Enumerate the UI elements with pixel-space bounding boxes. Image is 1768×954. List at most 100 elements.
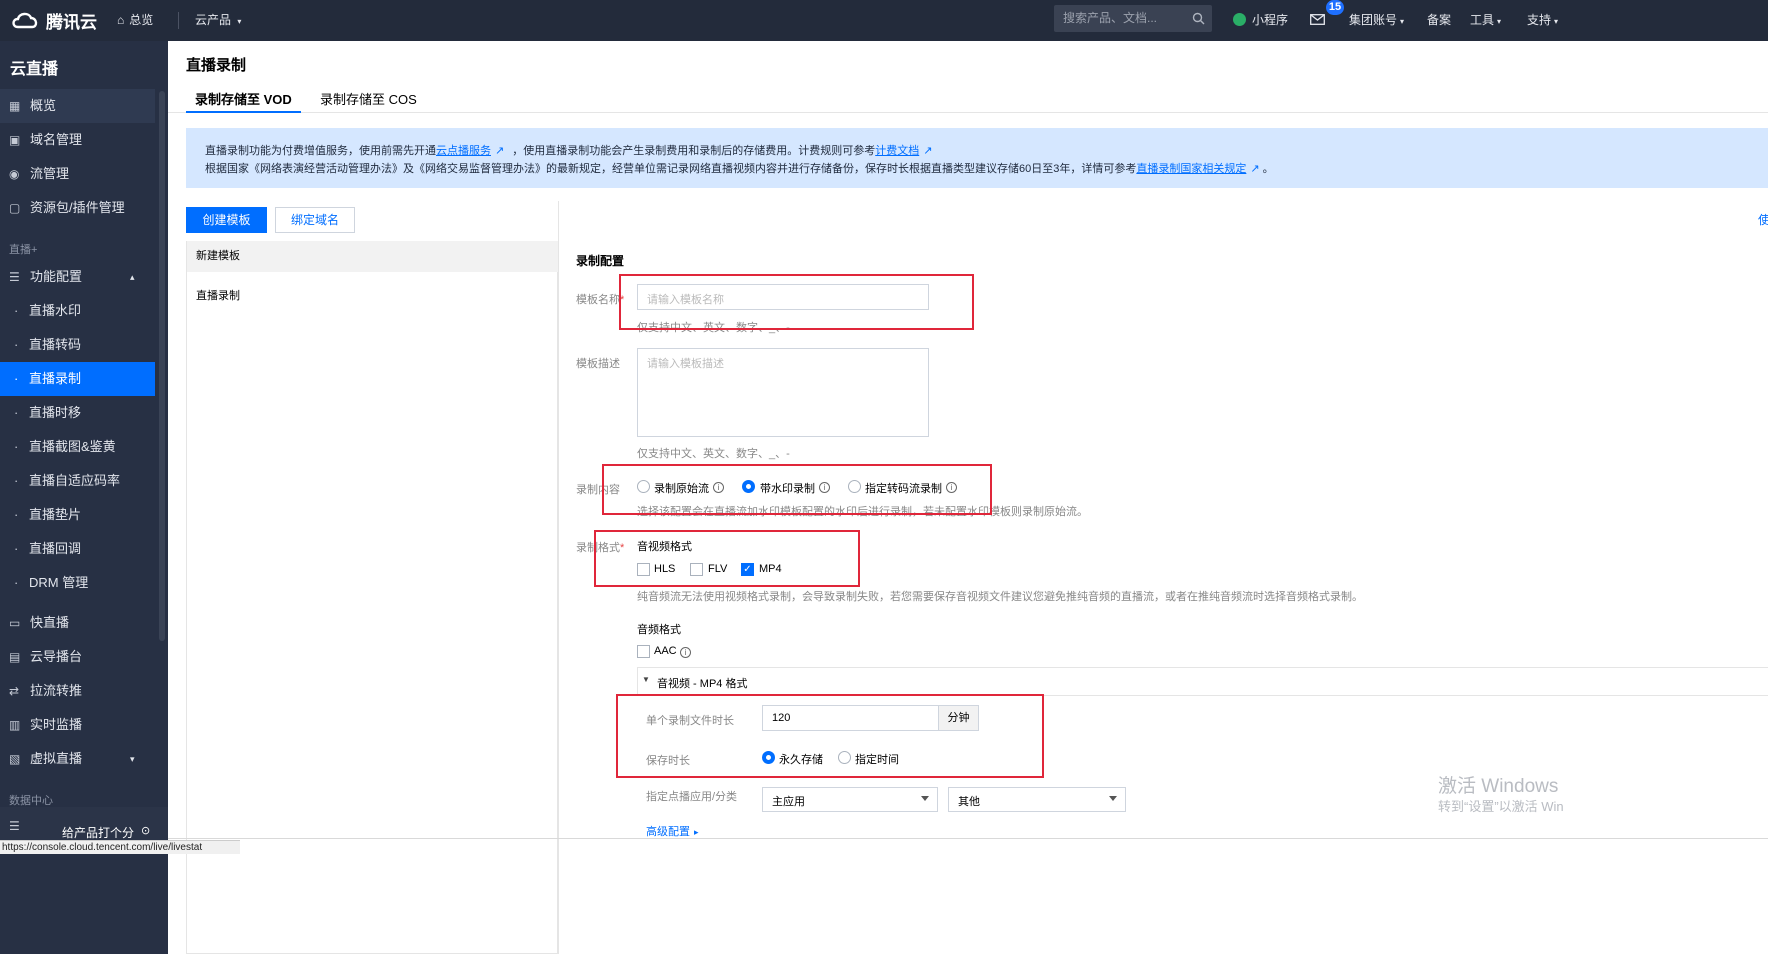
notice-text: 直播录制功能为付费增值服务，使用前需先开通	[205, 145, 436, 157]
sidebar-item-label: 域名管理	[30, 132, 83, 147]
sidebar-subitem-record[interactable]: · 直播录制	[0, 362, 155, 396]
external-link-icon: ↗	[495, 145, 505, 157]
template-list-item[interactable]: 直播录制	[196, 287, 240, 303]
search-input[interactable]: 搜索产品、文档...	[1054, 5, 1212, 32]
sidebar-item-package[interactable]: ▢ 资源包/插件管理	[0, 191, 155, 225]
vod-app-value: 主应用	[772, 796, 805, 808]
sidebar-item-overview[interactable]: ▦ 概览	[0, 89, 155, 123]
overview-link[interactable]: ⌂ 总览	[117, 0, 153, 41]
rate-icon: ⊙	[141, 825, 151, 837]
sidebar-item-director[interactable]: ▤ 云导播台	[0, 640, 155, 674]
status-bar-url: https://console.cloud.tencent.com/live/l…	[0, 840, 240, 854]
sidebar-item-fast-live[interactable]: ▭ 快直播	[0, 606, 155, 640]
collapse-icon[interactable]: ☰	[9, 819, 20, 833]
record-format-hint: 纯音频流无法使用视频格式录制，会导致录制失败，若您需要保存音视频文件建议您避免推…	[637, 591, 1363, 603]
mini-program-icon	[1233, 13, 1246, 26]
highlight-box	[616, 694, 1044, 778]
external-link-icon: ↗	[923, 145, 933, 157]
tab-vod[interactable]: 录制存储至 VOD	[195, 89, 292, 108]
feedback-label: 给产品打个分	[62, 826, 135, 840]
sidebar-subitem-transcode[interactable]: · 直播转码	[0, 328, 155, 362]
sidebar-item-label: 实时监播	[30, 717, 83, 732]
template-desc-hint: 仅支持中文、英文、数字、_、-	[637, 448, 790, 460]
sidebar-scrollbar[interactable]	[159, 91, 165, 641]
package-icon: ▢	[9, 201, 21, 215]
sidebar-subitem-label: DRM 管理	[29, 575, 89, 590]
right-edge-link[interactable]: 使	[1758, 211, 1768, 228]
sliders-icon: ☰	[9, 270, 20, 284]
info-icon[interactable]: i	[680, 647, 691, 658]
sidebar-subitem-watermark[interactable]: · 直播水印	[0, 294, 155, 328]
overview-label: 总览	[129, 13, 154, 27]
sidebar-subitem-label: 直播截图&鉴黄	[29, 439, 116, 454]
template-name-label: 模板名称*	[576, 294, 625, 306]
template-list: 新建模板 直播录制	[186, 241, 558, 954]
vod-class-select[interactable]: 其他	[948, 787, 1126, 812]
filing-link[interactable]: 备案	[1427, 0, 1451, 41]
support-menu[interactable]: 支持 ▾	[1527, 0, 1558, 41]
panel-title: 音视频 - MP4 格式	[657, 678, 748, 690]
grid-icon: ▦	[9, 99, 21, 113]
sidebar-item-label: 流管理	[30, 166, 70, 181]
notice-text: 。	[1262, 163, 1274, 175]
section-label-live-plus: 直播+	[9, 244, 38, 256]
create-template-button[interactable]: 创建模板	[186, 207, 267, 233]
sidebar-item-monitor[interactable]: ▥ 实时监播	[0, 708, 155, 742]
template-desc-textarea[interactable]: 请输入模板描述	[637, 348, 929, 437]
bind-domain-button[interactable]: 绑定域名	[275, 207, 355, 233]
vod-app-select[interactable]: 主应用	[762, 787, 938, 812]
mini-program-link[interactable]: 小程序	[1233, 0, 1288, 41]
main-content: 直播录制 录制存储至 VOD 录制存储至 COS 直播录制功能为付费增值服务，使…	[168, 41, 1768, 954]
highlight-box	[619, 274, 974, 330]
sidebar-subitem-drm[interactable]: · DRM 管理	[0, 566, 155, 600]
notice-text: 根据国家《网络表演经营活动管理办法》及《网络交易监督管理办法》的最新规定，经营单…	[205, 163, 1137, 175]
chevron-down-icon	[921, 796, 929, 801]
play-circle-icon: ◉	[9, 167, 20, 181]
monitor-icon: ▤	[9, 650, 21, 664]
sidebar-subitem-snapshot[interactable]: · 直播截图&鉴黄	[0, 430, 155, 464]
chevron-up-icon: ▴	[130, 272, 135, 282]
chevron-down-icon: ▾	[1554, 17, 1559, 26]
support-label: 支持	[1527, 13, 1552, 27]
products-label: 云产品	[195, 13, 232, 27]
sidebar-item-label: 虚拟直播	[30, 751, 83, 766]
sidebar-item-label: 云导播台	[30, 649, 83, 664]
sidebar-item-label: 拉流转推	[30, 683, 83, 698]
section-title: 录制配置	[576, 254, 625, 268]
mail-button[interactable]	[1310, 0, 1325, 41]
chevron-down-icon: ▾	[1497, 17, 1502, 26]
tools-menu[interactable]: 工具 ▾	[1470, 0, 1501, 41]
page-title: 直播录制	[186, 57, 247, 74]
sidebar-item-relay[interactable]: ⇄ 拉流转推	[0, 674, 155, 708]
panel-divider	[558, 201, 559, 954]
sidebar-subitem-label: 直播录制	[29, 371, 82, 386]
tencent-cloud-logo[interactable]: 腾讯云	[10, 7, 97, 33]
sidebar-subitem-pad[interactable]: · 直播垫片	[0, 498, 155, 532]
billing-doc-link[interactable]: 计费文档	[875, 145, 919, 157]
checkbox-aac[interactable]	[637, 645, 650, 658]
sidebar-item-feature-config[interactable]: ☰ 功能配置 ▴	[0, 260, 155, 294]
sidebar-subitem-timeshift[interactable]: · 直播时移	[0, 396, 155, 430]
sidebar-item-domain[interactable]: ▣ 域名管理	[0, 123, 155, 157]
vod-service-link[interactable]: 云点播服务	[436, 145, 491, 157]
account-menu[interactable]: 集团账号 ▾	[1349, 0, 1404, 41]
advanced-config-link[interactable]: 高级配置 ▸	[646, 823, 699, 839]
sidebar-item-label: 功能配置	[30, 269, 83, 284]
sidebar-item-virtual[interactable]: ▧ 虚拟直播 ▾	[0, 742, 155, 776]
regulation-link[interactable]: 直播录制国家相关规定	[1136, 163, 1246, 175]
notice-line-1: 直播录制功能为付费增值服务，使用前需先开通云点播服务 ↗ ，使用直播录制功能会产生录…	[205, 142, 932, 158]
sidebar-item-stream[interactable]: ◉ 流管理	[0, 157, 155, 191]
tab-cos[interactable]: 录制存储至 COS	[320, 89, 417, 108]
sidebar-item-label: 概览	[30, 98, 57, 113]
sidebar-subitem-callback[interactable]: · 直播回调	[0, 532, 155, 566]
sidebar: 云直播 ▦ 概览 ▣ 域名管理 ◉ 流管理 ▢ 资源包/插件管理 直播+ ☰ 功能配置 ▴…	[0, 41, 168, 954]
template-list-item[interactable]: 新建模板	[187, 241, 558, 272]
mp4-panel-header[interactable]: ▼ 音视频 - MP4 格式	[637, 667, 1768, 696]
nav-divider	[178, 12, 179, 29]
products-menu[interactable]: 云产品 ▾	[195, 0, 241, 41]
notice-line-2: 根据国家《网络表演经营活动管理办法》及《网络交易监督管理办法》的最新规定，经营单…	[205, 160, 1274, 176]
sidebar-title: 云直播	[10, 61, 59, 78]
template-desc-label: 模板描述	[576, 358, 620, 370]
sidebar-subitem-adaptive[interactable]: · 直播自适应码率	[0, 464, 155, 498]
bottom-divider	[168, 838, 1768, 839]
